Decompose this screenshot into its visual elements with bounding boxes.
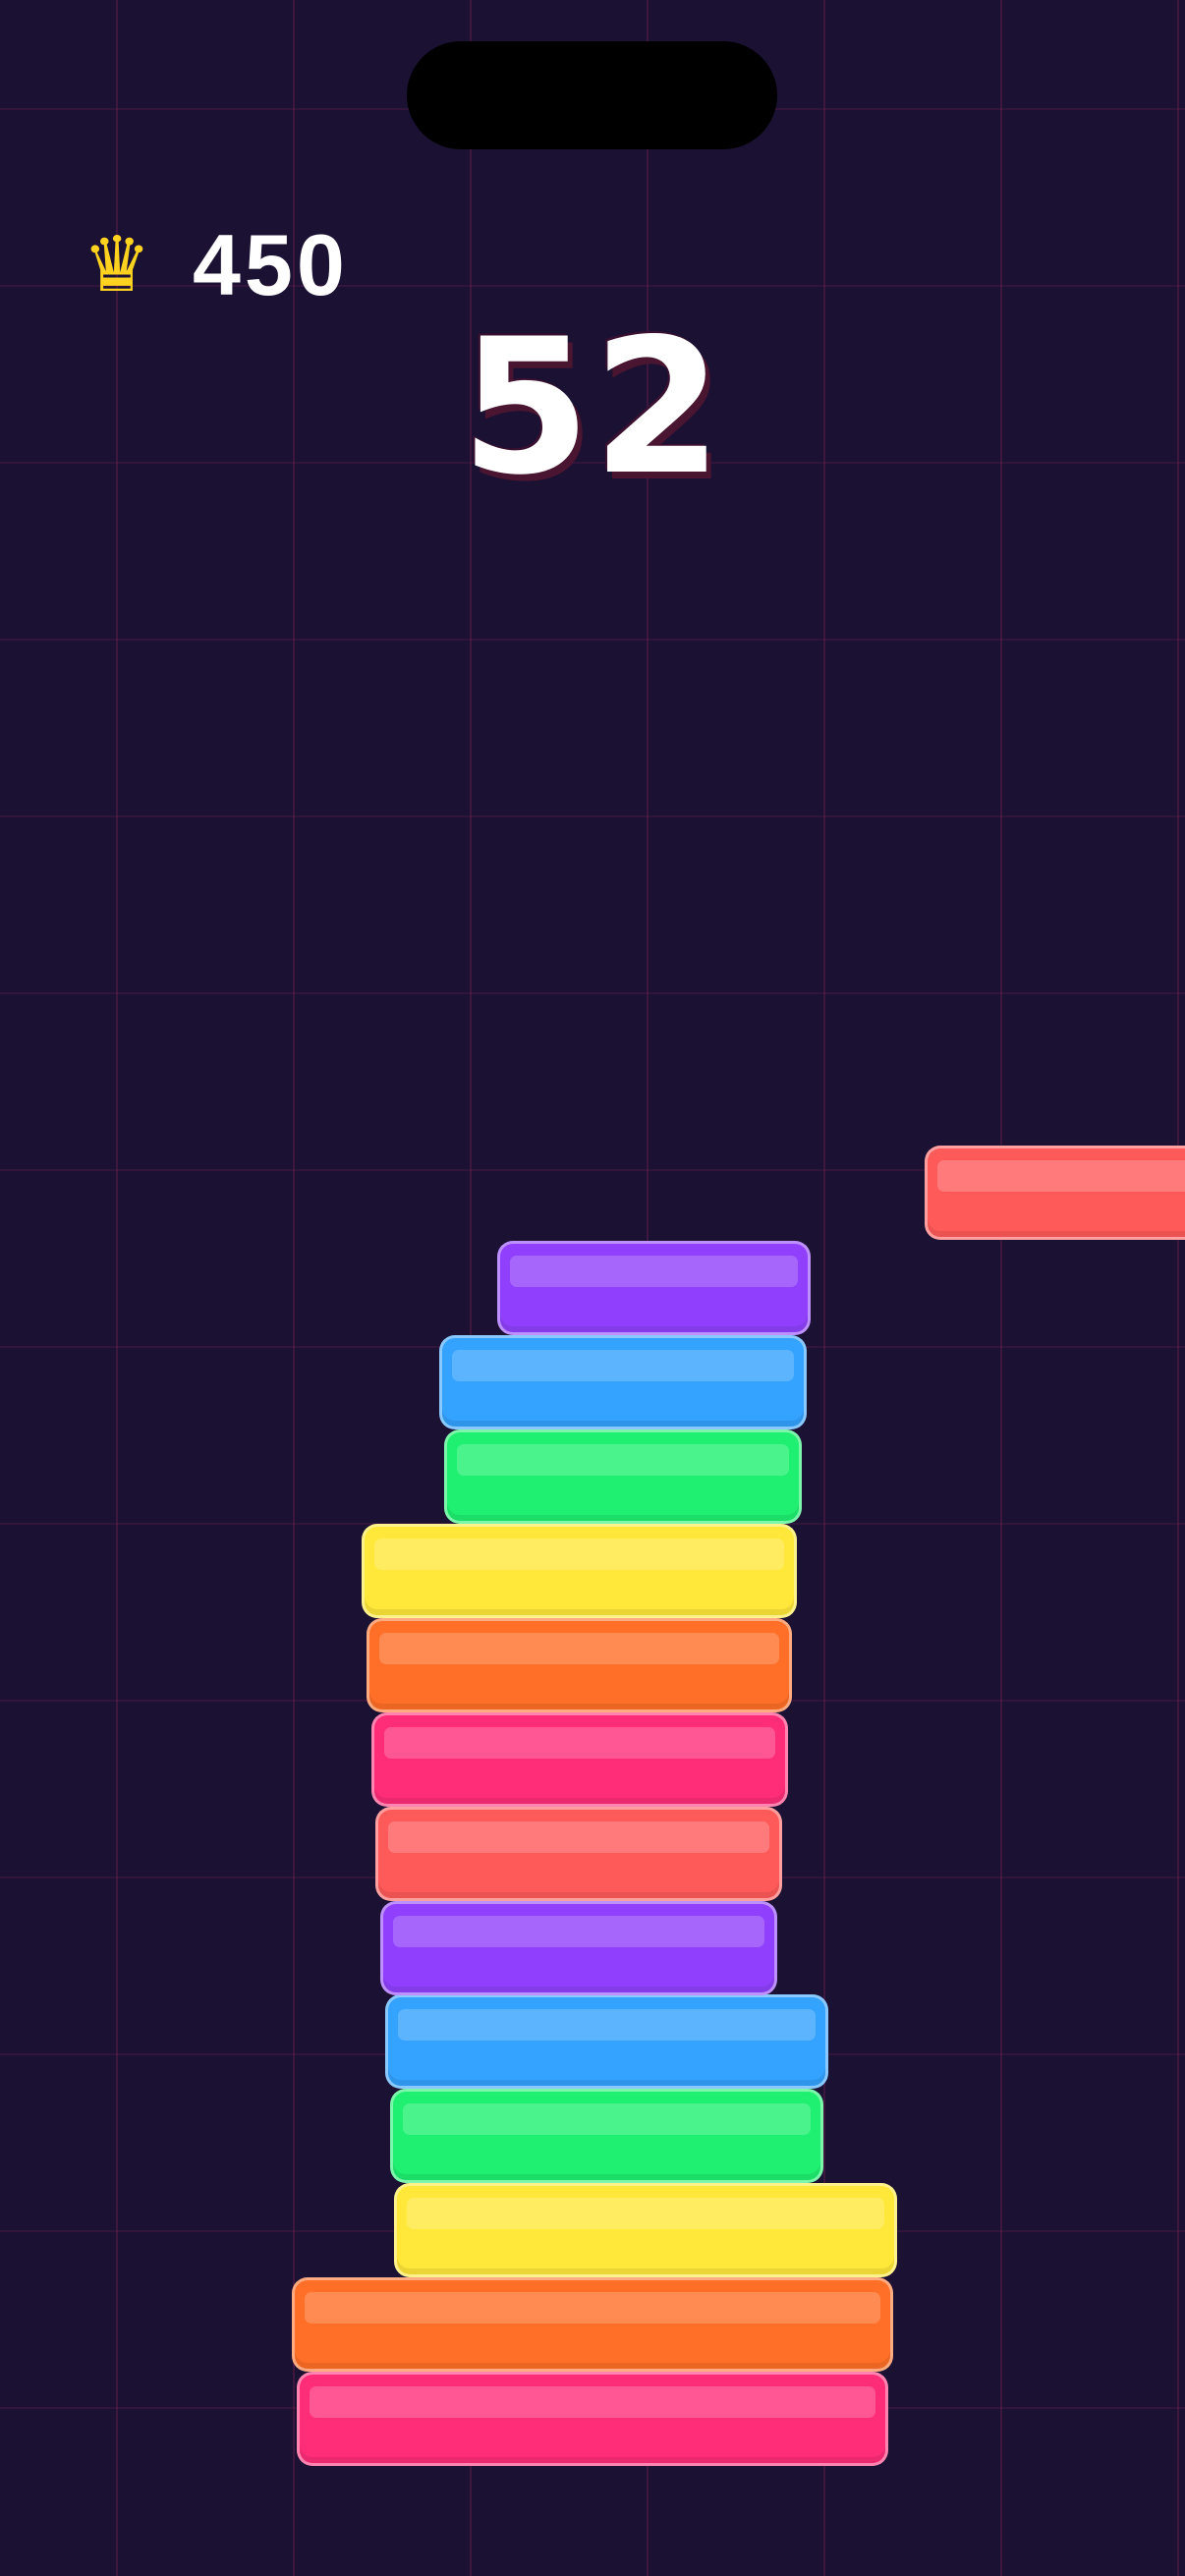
block-highlight xyxy=(305,2292,880,2324)
best-score-display: ♛ 450 xyxy=(83,222,349,308)
block-highlight xyxy=(388,1821,769,1853)
stacked-block xyxy=(380,1901,777,1995)
dynamic-island xyxy=(407,41,777,149)
block-highlight xyxy=(510,1256,798,1287)
block-highlight xyxy=(393,1916,764,1947)
game-screen[interactable]: ♛ 450 52 xyxy=(0,0,1185,2576)
block-highlight xyxy=(403,2103,811,2135)
stacked-block xyxy=(292,2277,893,2372)
stacked-block xyxy=(444,1429,802,1524)
stacked-block xyxy=(375,1807,782,1901)
block-highlight xyxy=(379,1633,779,1664)
stacked-block xyxy=(394,2183,897,2277)
stacked-block xyxy=(367,1618,792,1712)
crown-icon: ♛ xyxy=(83,221,151,309)
current-score: 52 xyxy=(460,299,725,516)
block-highlight xyxy=(407,2198,884,2229)
stacked-block xyxy=(297,2372,888,2466)
moving-block[interactable] xyxy=(925,1146,1185,1240)
stacked-block xyxy=(497,1241,811,1335)
stacked-block xyxy=(362,1524,797,1618)
stacked-block xyxy=(390,2089,823,2183)
best-score-value: 450 xyxy=(192,216,349,313)
block-highlight xyxy=(398,2009,816,2041)
block-highlight xyxy=(452,1350,794,1381)
block-highlight xyxy=(457,1444,789,1476)
stacked-block xyxy=(371,1712,788,1807)
block-highlight xyxy=(374,1539,784,1570)
block-highlight xyxy=(310,2386,875,2418)
stacked-block xyxy=(439,1335,807,1429)
stacked-block xyxy=(385,1994,828,2089)
block-highlight xyxy=(384,1727,775,1759)
block-highlight xyxy=(937,1160,1185,1192)
